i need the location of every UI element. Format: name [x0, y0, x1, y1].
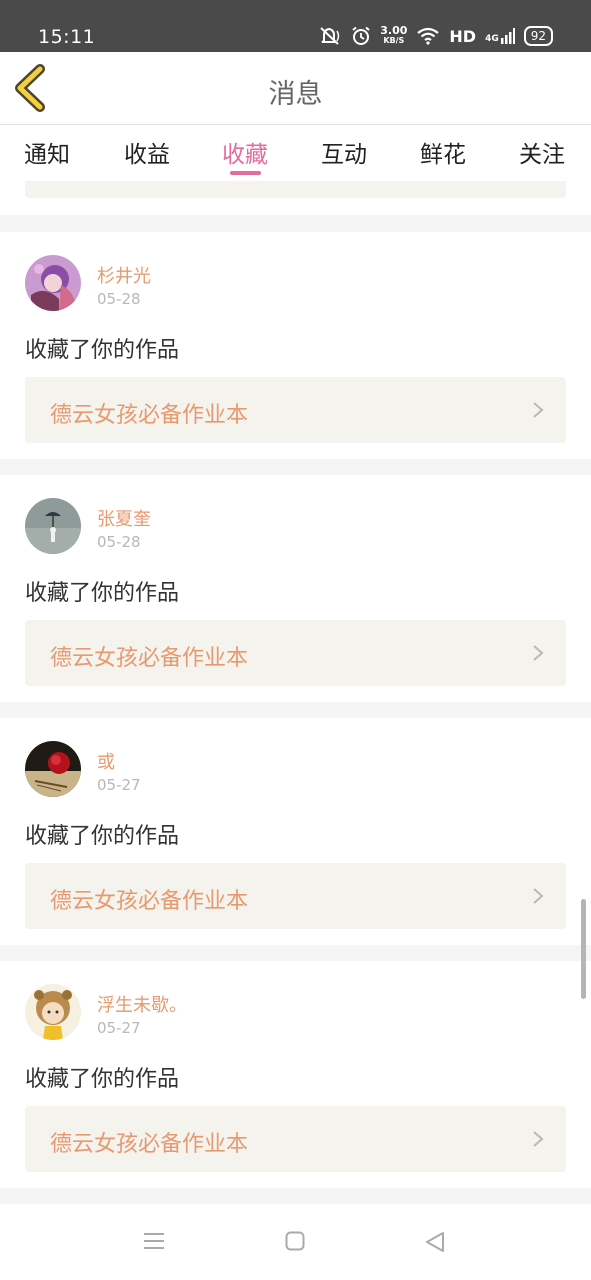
work-title: 德云女孩必备作业本 [50, 1132, 249, 1157]
date: 05-27 [97, 1019, 141, 1037]
tab-flowers[interactable]: 鲜花 [420, 135, 466, 169]
scrollbar-thumb[interactable] [581, 899, 586, 999]
work-link[interactable]: 德云女孩必备作业本 [25, 377, 566, 443]
action-text: 收藏了你的作品 [25, 581, 180, 606]
wifi-icon [417, 27, 440, 45]
username[interactable]: 或 [97, 748, 115, 774]
work-title: 德云女孩必备作业本 [50, 646, 249, 671]
username[interactable]: 浮生未歇。 [97, 991, 187, 1017]
chevron-right-icon [533, 888, 544, 904]
username[interactable]: 张夏奎 [97, 505, 151, 531]
work-link[interactable]: 德云女孩必备作业本 [25, 1106, 566, 1172]
avatar[interactable] [25, 984, 81, 1040]
date: 05-27 [97, 776, 141, 794]
tab-following[interactable]: 关注 [519, 135, 565, 169]
net-speed: 3.00 KB/S [380, 24, 408, 46]
active-tab-indicator [230, 171, 261, 175]
avatar[interactable] [25, 255, 81, 311]
page-title: 消息 [268, 79, 323, 110]
system-nav-bar [0, 1205, 591, 1280]
list-item: 杉井光 05-28 收藏了你的作品 德云女孩必备作业本 [0, 232, 591, 459]
network-type: 4G [485, 34, 499, 44]
date: 05-28 [97, 290, 141, 308]
avatar[interactable] [25, 741, 81, 797]
signal-icon [500, 28, 515, 44]
work-title: 德云女孩必备作业本 [50, 403, 249, 428]
home-icon [285, 1231, 305, 1251]
list-item-partial [0, 181, 591, 215]
mute-icon [320, 27, 340, 45]
work-link[interactable]: 德云女孩必备作业本 [25, 620, 566, 686]
chevron-right-icon [533, 1131, 544, 1147]
list-item: 张夏奎 05-28 收藏了你的作品 德云女孩必备作业本 [0, 475, 591, 702]
home-button[interactable] [285, 1231, 305, 1255]
menu-button[interactable] [143, 1231, 165, 1255]
tab-bar: 通知 收益 收藏 互动 鲜花 关注 [0, 125, 591, 181]
tab-favorites[interactable]: 收藏 [222, 135, 268, 169]
back-triangle-icon [426, 1232, 444, 1252]
avatar[interactable] [25, 498, 81, 554]
menu-icon [144, 1233, 164, 1249]
chevron-right-icon [533, 645, 544, 661]
header: 消息 [0, 52, 591, 125]
back-nav-button[interactable] [424, 1231, 446, 1257]
tab-interactions[interactable]: 互动 [321, 135, 367, 169]
work-link[interactable]: 德云女孩必备作业本 [25, 863, 566, 929]
list-item: 或 05-27 收藏了你的作品 德云女孩必备作业本 [0, 718, 591, 945]
action-text: 收藏了你的作品 [25, 824, 180, 849]
chevron-right-icon [533, 402, 544, 418]
battery-level: 92 [523, 26, 553, 46]
net-speed-value: 3.00 [380, 24, 408, 37]
work-title: 德云女孩必备作业本 [50, 889, 249, 914]
action-text: 收藏了你的作品 [25, 1067, 180, 1092]
tab-earnings[interactable]: 收益 [124, 135, 170, 169]
action-text: 收藏了你的作品 [25, 338, 180, 363]
status-time: 15:11 [38, 26, 96, 48]
net-speed-unit: KB/S [383, 36, 405, 45]
alarm-icon [352, 26, 370, 45]
status-bar: 15:11 3.00 KB/S HD 4G 92 [0, 0, 591, 52]
status-icons: 3.00 KB/S HD 4G 92 [318, 24, 553, 48]
work-link-partial [25, 181, 566, 198]
favorites-list[interactable]: 杉井光 05-28 收藏了你的作品 德云女孩必备作业本 张夏奎 05-28 收藏… [0, 181, 591, 1205]
tab-notifications[interactable]: 通知 [24, 135, 70, 169]
signal-group: 4G [485, 28, 515, 44]
username[interactable]: 杉井光 [97, 262, 151, 288]
hd-indicator: HD [449, 26, 477, 46]
date: 05-28 [97, 533, 141, 551]
list-item: 浮生未歇。 05-27 收藏了你的作品 德云女孩必备作业本 [0, 961, 591, 1188]
